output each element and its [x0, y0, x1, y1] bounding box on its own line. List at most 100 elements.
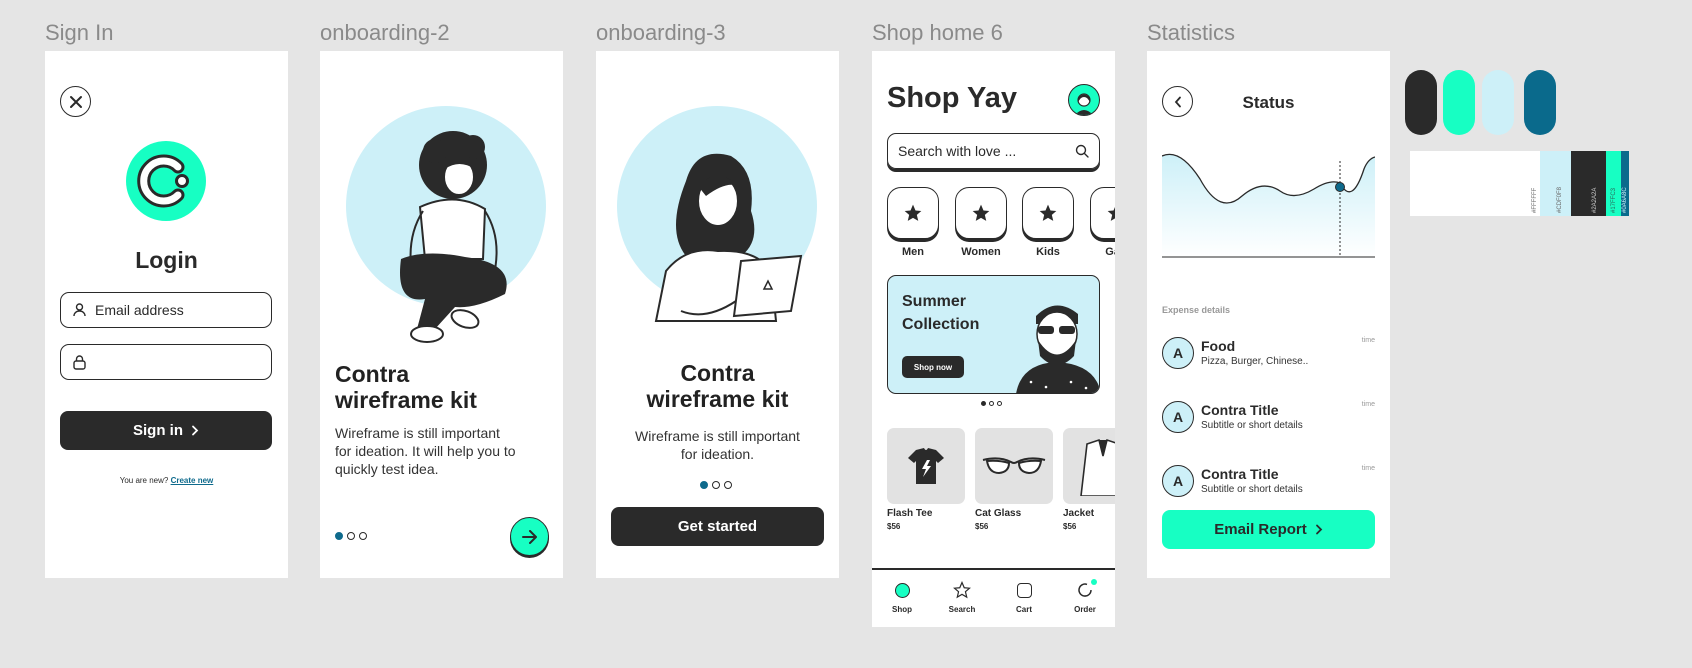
shop-title: Shop Yay [887, 82, 1018, 114]
headline-line-2: wireframe kit [646, 386, 789, 412]
banner-dot-3[interactable] [997, 401, 1002, 406]
lock-icon [73, 354, 86, 370]
search-icon [1075, 144, 1089, 158]
color-swatch-accent [1443, 70, 1475, 135]
signin-button[interactable]: Sign in [60, 411, 272, 450]
page-title: Login [135, 247, 198, 273]
product-card[interactable]: Cat Glass $56 [975, 428, 1053, 531]
headline-line-1: Contra [335, 361, 410, 387]
palette-hex-label: #0A6A8C [1622, 187, 1628, 213]
glasses-image [975, 428, 1053, 504]
create-account-line: You are new? Create new [45, 476, 288, 485]
onboarding-3-frame: Contra wireframe kit Wireframe is still … [596, 51, 839, 578]
frame-label-signin: Sign In [45, 20, 114, 45]
nav-order[interactable]: Order [1065, 579, 1105, 614]
expense-row[interactable]: A Food Pizza, Burger, Chinese.. time [1162, 331, 1375, 371]
onboarding-2-frame: Contra wireframe kit Wireframe is still … [320, 51, 563, 578]
chevron-right-icon [1315, 524, 1323, 535]
palette-strip-dark: #2A2A2A [1571, 151, 1606, 216]
avatar: A [1162, 337, 1194, 369]
star-outline-icon [942, 579, 982, 601]
onboarding-description: Wireframe is still important for ideatio… [335, 424, 516, 478]
nav-shop[interactable]: Shop [882, 579, 922, 614]
shop-active-icon [882, 579, 922, 601]
page-dot-3[interactable] [359, 532, 367, 540]
shop-now-button[interactable]: Shop now [902, 356, 964, 378]
page-indicator [700, 481, 732, 489]
palette-hex-label: #2A2A2A [1592, 187, 1598, 213]
section-heading: Expense details [1162, 305, 1231, 315]
banner-indicator [981, 401, 1002, 406]
star-icon [955, 187, 1007, 239]
banner-dot-1[interactable] [981, 401, 986, 406]
palette-hex-label: #FFFFFF [1532, 187, 1538, 213]
nav-cart[interactable]: Cart [1004, 579, 1044, 614]
product-card[interactable]: Flash Tee $56 [887, 428, 965, 531]
page-title: Status [1242, 93, 1295, 112]
banner-title-line-1: Summer [902, 293, 967, 310]
arrow-right-icon [521, 529, 537, 544]
expense-subtitle: Pizza, Burger, Chinese.. [1201, 356, 1309, 367]
frame-label-statistics: Statistics [1147, 20, 1236, 45]
category-label: Women [961, 246, 1001, 258]
onboarding-description: Wireframe is still important for ideatio… [596, 427, 839, 463]
nav-search[interactable]: Search [942, 579, 982, 614]
description-line-1: Wireframe is still important [335, 425, 500, 441]
expense-title: Contra Title [1201, 402, 1279, 418]
category-men[interactable]: Men [887, 187, 939, 258]
close-icon[interactable] [60, 86, 91, 117]
nav-label: Shop [892, 605, 912, 614]
category-women[interactable]: Women [955, 187, 1007, 258]
color-swatch-teal [1524, 70, 1556, 135]
product-price: $56 [1063, 522, 1077, 531]
email-field[interactable]: Email address [60, 292, 272, 328]
get-started-button[interactable]: Get started [611, 507, 824, 546]
description-line-3: quickly test idea. [335, 461, 439, 477]
frame-label-shop-home: Shop home 6 [872, 20, 1003, 45]
expense-subtitle: Subtitle or short details [1201, 484, 1303, 495]
password-field[interactable] [60, 344, 272, 380]
shop-home-frame: Shop Yay Search with love ... Men Women … [872, 51, 1115, 627]
product-name: Flash Tee [887, 508, 933, 519]
nav-label: Order [1074, 605, 1096, 614]
product-card[interactable]: Jacket $56 [1063, 428, 1115, 531]
create-new-link[interactable]: Create new [171, 476, 214, 485]
page-dot-3[interactable] [724, 481, 732, 489]
page-dot-2[interactable] [712, 481, 720, 489]
expense-row[interactable]: A Contra Title Subtitle or short details… [1162, 459, 1375, 499]
search-input[interactable]: Search with love ... [887, 133, 1100, 169]
sitting-woman-illustration [400, 131, 507, 343]
palette-hex-label: #17FFC3 [1611, 187, 1617, 213]
notification-dot [1091, 579, 1097, 585]
expense-row[interactable]: A Contra Title Subtitle or short details… [1162, 395, 1375, 435]
next-button[interactable] [510, 517, 549, 556]
color-swatch-dark [1405, 70, 1437, 135]
chevron-right-icon [192, 425, 199, 436]
email-report-label: Email Report [1214, 521, 1307, 538]
signin-button-label: Sign in [133, 422, 183, 439]
star-icon [1090, 187, 1115, 239]
banner-title: Summer Collection [902, 290, 979, 336]
avatar[interactable] [1068, 84, 1100, 116]
signin-frame: Login Email address Sign in You are new?… [45, 51, 288, 578]
category-gadgets[interactable]: Gad [1090, 187, 1115, 258]
category-kids[interactable]: Kids [1022, 187, 1074, 258]
user-icon [73, 303, 86, 317]
page-dot-1[interactable] [700, 481, 708, 489]
category-label: Men [902, 246, 924, 258]
bottom-nav: Shop Search Cart Order [872, 569, 1115, 627]
color-swatch-light-blue [1482, 70, 1514, 135]
star-icon [887, 187, 939, 239]
palette-hex-label: #CDF0F8 [1557, 186, 1563, 213]
onboarding-headline: Contra wireframe kit [335, 361, 477, 413]
description-line-2: for ideation. [680, 446, 755, 462]
banner-dot-2[interactable] [989, 401, 994, 406]
page-dot-2[interactable] [347, 532, 355, 540]
expense-time: time [1361, 337, 1375, 344]
product-price: $56 [887, 522, 901, 531]
status-line-chart [1162, 153, 1375, 258]
email-report-button[interactable]: Email Report [1162, 510, 1375, 549]
page-dot-1[interactable] [335, 532, 343, 540]
summer-collection-banner[interactable]: Summer Collection Shop now [887, 275, 1100, 394]
category-label: Kids [1036, 246, 1060, 258]
